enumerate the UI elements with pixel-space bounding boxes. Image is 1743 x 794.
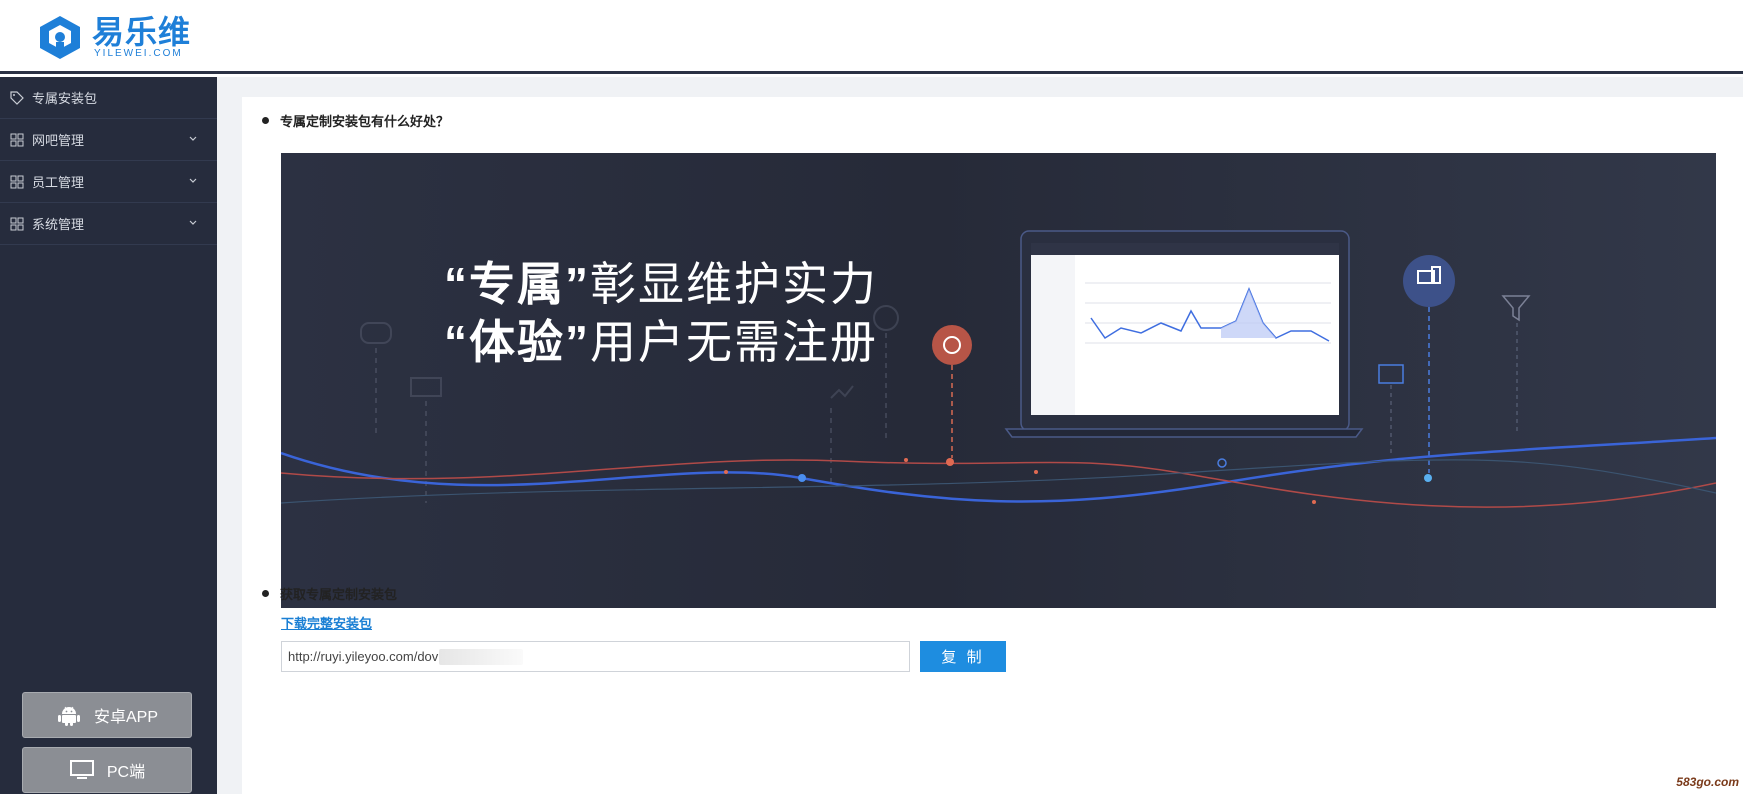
banner-line-1: “专属”彰显维护实力 (444, 248, 878, 314)
brand-logo[interactable]: 易乐维 YILEWEI.COM (36, 14, 191, 60)
banner-illustration (281, 230, 1716, 508)
section-get-package-text: 获取专属定制安装包 (280, 587, 398, 602)
logo-mark-icon (40, 16, 80, 59)
grid-icon (10, 133, 24, 146)
promo-banner: “专属”彰显维护实力 “体验”用户无需注册 (281, 153, 1716, 608)
chevron-down-icon (189, 178, 197, 183)
section-benefits-title: 专属定制安装包有什么好处？ (262, 111, 449, 130)
section-benefits-text: 专属定制安装包有什么好处？ (280, 114, 450, 129)
android-icon (57, 706, 80, 726)
banner-line-2-strong: “体验” (444, 316, 590, 368)
banner-line-2-rest: 用户无需注册 (590, 316, 878, 368)
android-app-label: 安卓APP (93, 709, 159, 726)
bullet-dot (262, 117, 269, 124)
section-get-package-title: 获取专属定制安装包 (262, 584, 397, 603)
sidebar-item-label: 网吧管理 (32, 133, 85, 148)
content-card: 专属定制安装包有什么好处？ “专属”彰显维护实力 “体验”用户无需注册 获取专属… (242, 97, 1743, 794)
brand-name: 易乐维 (92, 14, 192, 50)
pc-client-button[interactable]: PC端 (22, 747, 192, 793)
download-full-package-link[interactable]: 下载完整安装包 (281, 613, 372, 632)
monitor-icon (69, 760, 94, 779)
bullet-dot (262, 590, 269, 597)
sidebar-item-label: 专属安装包 (32, 91, 98, 106)
chevron-down-icon (189, 220, 197, 225)
copy-button[interactable]: 复 制 (920, 641, 1006, 672)
sidebar: 专属安装包 网吧管理 员工管理 系统管理 安卓APP PC端 (0, 77, 217, 794)
tag-icon (10, 90, 24, 105)
sidebar-item-label: 员工管理 (32, 175, 85, 190)
sidebar-item-staff-management[interactable]: 员工管理 (0, 161, 217, 203)
package-url-input[interactable] (281, 641, 910, 672)
pc-client-label: PC端 (106, 764, 146, 781)
grid-icon (10, 217, 24, 230)
chevron-down-icon (189, 136, 197, 141)
top-header: 易乐维 YILEWEI.COM (0, 0, 1743, 74)
banner-line-1-strong: “专属” (444, 258, 590, 310)
sidebar-item-exclusive-package[interactable]: 专属安装包 (0, 77, 217, 119)
main-content: 专属定制安装包有什么好处？ “专属”彰显维护实力 “体验”用户无需注册 获取专属… (217, 77, 1743, 794)
brand-domain: YILEWEI.COM (94, 48, 183, 59)
site-watermark: 583go.com (1676, 775, 1739, 789)
redacted-url-patch (439, 649, 523, 665)
sidebar-item-label: 系统管理 (32, 217, 85, 232)
banner-line-1-rest: 彰显维护实力 (590, 258, 878, 310)
sidebar-item-netcafe-management[interactable]: 网吧管理 (0, 119, 217, 161)
banner-line-2: “体验”用户无需注册 (444, 306, 878, 372)
grid-icon (10, 175, 24, 188)
android-app-button[interactable]: 安卓APP (22, 692, 192, 738)
sidebar-item-system-management[interactable]: 系统管理 (0, 203, 217, 245)
